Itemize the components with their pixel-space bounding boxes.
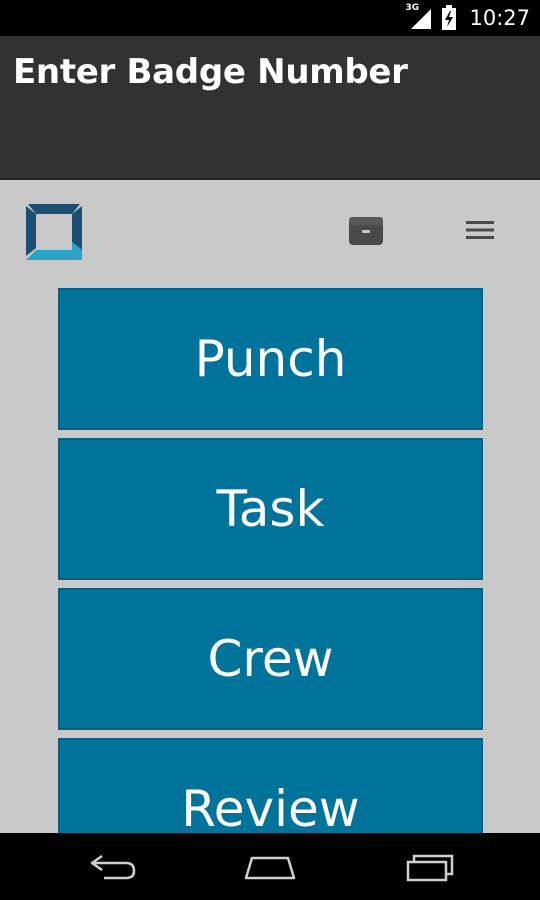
back-button[interactable] bbox=[73, 843, 153, 891]
app-header: Enter Badge Number bbox=[0, 36, 540, 180]
network-type-label: 3G bbox=[405, 3, 420, 13]
status-bar: 3G 10:27 bbox=[0, 0, 540, 36]
toolbar bbox=[0, 180, 540, 285]
archive-button[interactable] bbox=[342, 208, 390, 252]
home-button[interactable] bbox=[230, 843, 310, 891]
punch-button[interactable]: Punch bbox=[58, 288, 483, 430]
recent-apps-button[interactable] bbox=[390, 843, 470, 891]
crew-button[interactable]: Crew bbox=[58, 588, 483, 730]
clock: 10:27 bbox=[469, 6, 530, 30]
app-logo bbox=[20, 198, 88, 266]
battery-icon bbox=[441, 5, 457, 31]
recent-apps-icon bbox=[406, 854, 454, 882]
main-menu: Punch Task Crew Review bbox=[58, 288, 483, 833]
status-icons: 3G 10:27 bbox=[405, 0, 530, 36]
task-button[interactable]: Task bbox=[58, 438, 483, 580]
back-icon bbox=[90, 854, 136, 880]
review-button[interactable]: Review bbox=[58, 738, 483, 833]
archive-icon bbox=[349, 217, 383, 245]
menu-button[interactable] bbox=[456, 208, 504, 252]
menu-icon bbox=[466, 221, 494, 239]
page-title: Enter Badge Number bbox=[13, 52, 408, 92]
home-icon bbox=[244, 856, 296, 880]
system-nav-bar bbox=[0, 833, 540, 900]
signal-icon: 3G bbox=[405, 3, 433, 30]
